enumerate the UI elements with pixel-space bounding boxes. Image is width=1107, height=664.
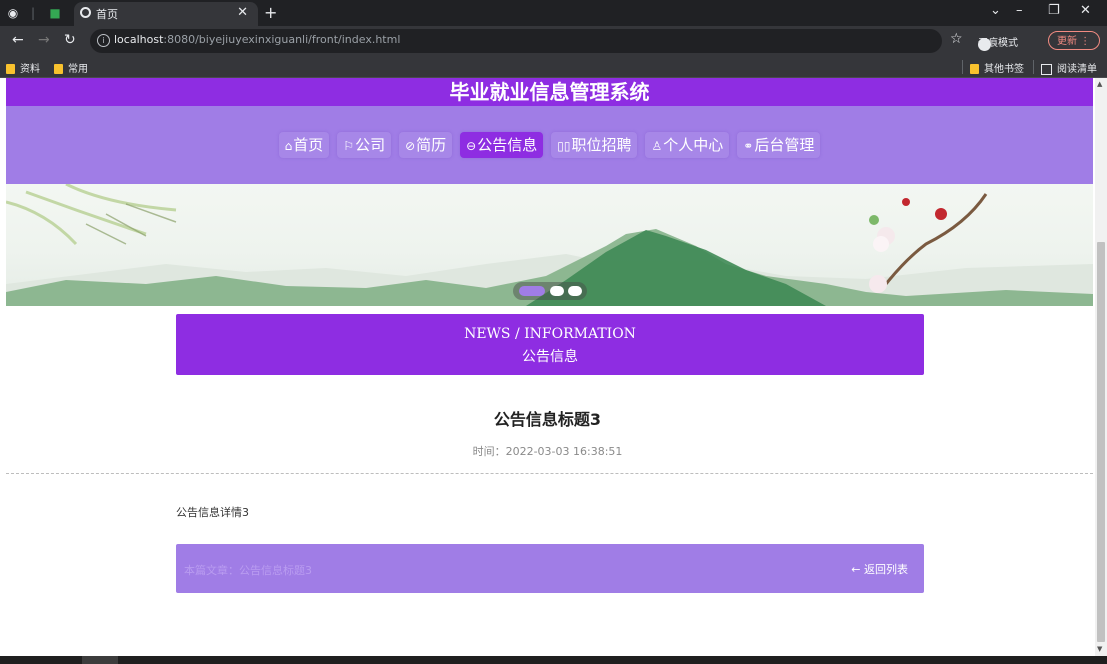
nav-icon: ⚭ [743, 139, 754, 153]
nav-item-4[interactable]: ▯▯职位招聘 [551, 132, 638, 158]
bookmark-star-icon[interactable]: ☆ [950, 31, 963, 47]
article-content: 公告信息详情3 [176, 506, 249, 519]
nav-icon: ⌂ [284, 139, 293, 153]
update-label: 更新 [1057, 36, 1077, 47]
scrollbar-thumb[interactable] [1097, 242, 1105, 642]
arrow-left-icon: ← [851, 563, 864, 576]
folder-icon [970, 64, 979, 74]
reading-list[interactable]: 阅读清单 [1041, 60, 1097, 75]
nav-label: 个人中心 [663, 136, 724, 154]
globe-icon [80, 7, 91, 18]
bookmark-label: 资料 [20, 64, 40, 75]
site-title: 毕业就业信息管理系统 [6, 78, 1093, 106]
divider [6, 473, 1093, 474]
nav-item-0[interactable]: ⌂首页 [278, 132, 330, 158]
nav-label: 公司 [355, 136, 386, 154]
url-text[interactable]: localhost:8080/biyejiuyexinxiguanli/fron… [114, 33, 400, 46]
minimize-icon[interactable]: – [1016, 3, 1023, 18]
chrome-menu-icon[interactable]: ◉ [4, 4, 22, 22]
nav-list: ⌂首页 ⚐公司 ⊘简历 ⊖公告信息 ▯▯职位招聘 ♙个人中心 ⚭后台管理 [6, 132, 1093, 158]
bookmark-label: 常用 [68, 64, 88, 75]
nav-item-1[interactable]: ⚐公司 [337, 132, 392, 158]
incognito-indicator[interactable]: 无痕模式 [978, 34, 1018, 51]
news-header-cn: 公告信息 [522, 349, 578, 365]
tab-search-icon[interactable]: ⌄ [990, 3, 1001, 18]
bookmark-separator [1033, 60, 1034, 74]
banner-carousel[interactable] [6, 184, 1093, 306]
news-section-header: NEWS / INFORMATION 公告信息 [176, 314, 924, 375]
url-host: localhost [114, 33, 164, 46]
info-icon[interactable]: i [97, 34, 110, 47]
nav-label: 公告信息 [477, 136, 538, 154]
carousel-dot-1[interactable] [519, 286, 545, 296]
carousel-dot-2[interactable] [550, 286, 564, 296]
bookmark-folder-changyong[interactable]: 常用 [54, 60, 88, 75]
nav-item-2[interactable]: ⊘简历 [399, 132, 453, 158]
nav-label: 简历 [416, 136, 447, 154]
browser-tab-bar: ◉ | ■ 首页 ✕ + ⌄ – ❐ ✕ [0, 0, 1107, 26]
back-icon[interactable]: ← [12, 32, 24, 48]
url-path: :8080/biyejiuyexinxiguanli/front/index.h… [163, 33, 401, 46]
incognito-icon [978, 38, 991, 51]
nav-icon: ♙ [651, 139, 663, 153]
close-tab-icon[interactable]: ✕ [237, 5, 248, 20]
bookmark-folder-ziliao[interactable]: 资料 [6, 60, 40, 75]
bookmarks-bar: 资料 常用 其他书签 阅读清单 [0, 56, 1107, 78]
nav-icon: ⊘ [405, 139, 416, 153]
nav-item-3[interactable]: ⊖公告信息 [460, 132, 544, 158]
article-time: 时间：2022-03-03 16:38:51 [472, 445, 623, 458]
close-window-icon[interactable]: ✕ [1080, 3, 1091, 18]
carousel-dot-3[interactable] [568, 286, 582, 296]
main-nav: ⌂首页 ⚐公司 ⊘简历 ⊖公告信息 ▯▯职位招聘 ♙个人中心 ⚭后台管理 [6, 106, 1093, 184]
nav-icon: ⚐ [343, 139, 355, 153]
nav-icon: ⊖ [466, 139, 477, 153]
folder-icon [6, 64, 15, 74]
taskbar-item[interactable] [82, 656, 118, 664]
tab-separator: | [30, 6, 36, 20]
address-toolbar: ← → ↻ i localhost:8080/biyejiuyexinxigua… [0, 26, 1107, 56]
update-button[interactable]: 更新 ⋮ [1048, 31, 1100, 50]
carousel-indicators [513, 282, 587, 300]
back-to-list-label: 返回列表 [864, 563, 908, 576]
scroll-down-icon[interactable]: ▼ [1097, 645, 1102, 653]
tab-title: 首页 [96, 8, 118, 21]
restore-icon[interactable]: ❐ [1048, 3, 1060, 18]
forward-icon[interactable]: → [38, 32, 50, 48]
other-bookmarks[interactable]: 其他书签 [970, 60, 1024, 75]
nav-label: 首页 [293, 136, 324, 154]
back-to-list-button[interactable]: ← 返回列表 [851, 561, 908, 577]
browser-tab[interactable]: 首页 ✕ [74, 2, 258, 26]
folder-icon [54, 64, 63, 74]
nav-label: 后台管理 [754, 136, 815, 154]
news-header-en: NEWS / INFORMATION [464, 326, 636, 342]
bookmark-separator [962, 60, 963, 74]
page-viewport: 毕业就业信息管理系统 ⌂首页 ⚐公司 ⊘简历 ⊖公告信息 ▯▯职位招聘 ♙个人中心 ⚭后台管… [0, 78, 1095, 656]
reading-list-label: 阅读清单 [1057, 64, 1097, 75]
reload-icon[interactable]: ↻ [64, 32, 76, 48]
new-tab-button[interactable]: + [264, 3, 277, 22]
nav-item-6[interactable]: ⚭后台管理 [737, 132, 821, 158]
reading-list-icon [1041, 63, 1052, 75]
app-icon[interactable]: ■ [46, 4, 64, 22]
address-bar[interactable]: i localhost:8080/biyejiuyexinxiguanli/fr… [90, 29, 942, 53]
nav-label: 职位招聘 [571, 136, 632, 154]
nav-icon: ▯▯ [557, 139, 571, 153]
current-article-text: 本篇文章：公告信息标题3 [184, 564, 312, 577]
taskbar [0, 656, 1107, 664]
article-title: 公告信息标题3 [493, 410, 602, 429]
scroll-up-icon[interactable]: ▲ [1097, 80, 1102, 88]
article-footer: 本篇文章：公告信息标题3 ← 返回列表 [176, 544, 924, 593]
other-bookmarks-label: 其他书签 [984, 64, 1024, 75]
nav-item-5[interactable]: ♙个人中心 [645, 132, 730, 158]
